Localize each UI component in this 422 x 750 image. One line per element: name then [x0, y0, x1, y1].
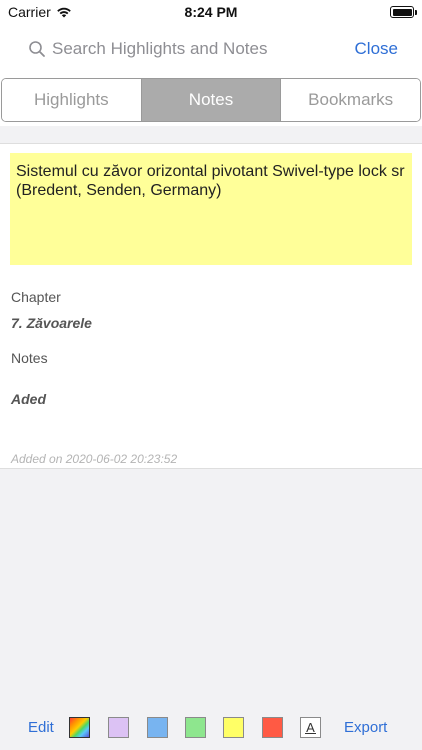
blue-filter-swatch[interactable]: [147, 717, 168, 738]
battery-fill: [392, 8, 412, 16]
green-filter-swatch[interactable]: [185, 717, 206, 738]
highlight-text: Sistemul cu zăvor orizontal pivotant Swi…: [10, 153, 412, 265]
wifi-icon: [56, 7, 71, 18]
note-card[interactable]: Sistemul cu zăvor orizontal pivotant Swi…: [0, 143, 422, 469]
purple-filter-swatch[interactable]: [108, 717, 129, 738]
red-filter-swatch[interactable]: [262, 717, 283, 738]
tab-highlights[interactable]: Highlights: [2, 79, 142, 121]
added-on-timestamp: Added on 2020-06-02 20:23:52: [11, 452, 178, 466]
edit-button[interactable]: Edit: [28, 719, 54, 736]
search-header: Search Highlights and Notes Close: [0, 24, 422, 74]
notes-value: Aded: [11, 391, 46, 407]
bottom-toolbar: Edit A Export: [0, 705, 422, 750]
carrier-label: Carrier: [8, 4, 51, 20]
status-bar: Carrier 8:24 PM: [0, 0, 422, 24]
search-icon: [29, 41, 45, 57]
notes-label: Notes: [11, 350, 48, 366]
tab-bookmarks[interactable]: Bookmarks: [281, 79, 420, 121]
multicolor-filter-swatch[interactable]: [69, 717, 90, 738]
tab-notes[interactable]: Notes: [141, 79, 282, 121]
export-button[interactable]: Export: [344, 719, 387, 736]
close-button[interactable]: Close: [355, 39, 398, 59]
yellow-filter-swatch[interactable]: [223, 717, 244, 738]
underline-font-icon[interactable]: A: [300, 717, 321, 738]
segmented-container: Highlights Notes Bookmarks: [0, 74, 422, 126]
search-input[interactable]: Search Highlights and Notes: [52, 39, 355, 59]
battery-icon: [390, 6, 417, 18]
chapter-value: 7. Zăvoarele: [11, 315, 92, 331]
font-icon-underline: [305, 733, 316, 734]
status-left: Carrier: [8, 4, 72, 20]
segmented-control: Highlights Notes Bookmarks: [1, 78, 421, 122]
chapter-label: Chapter: [11, 289, 61, 305]
